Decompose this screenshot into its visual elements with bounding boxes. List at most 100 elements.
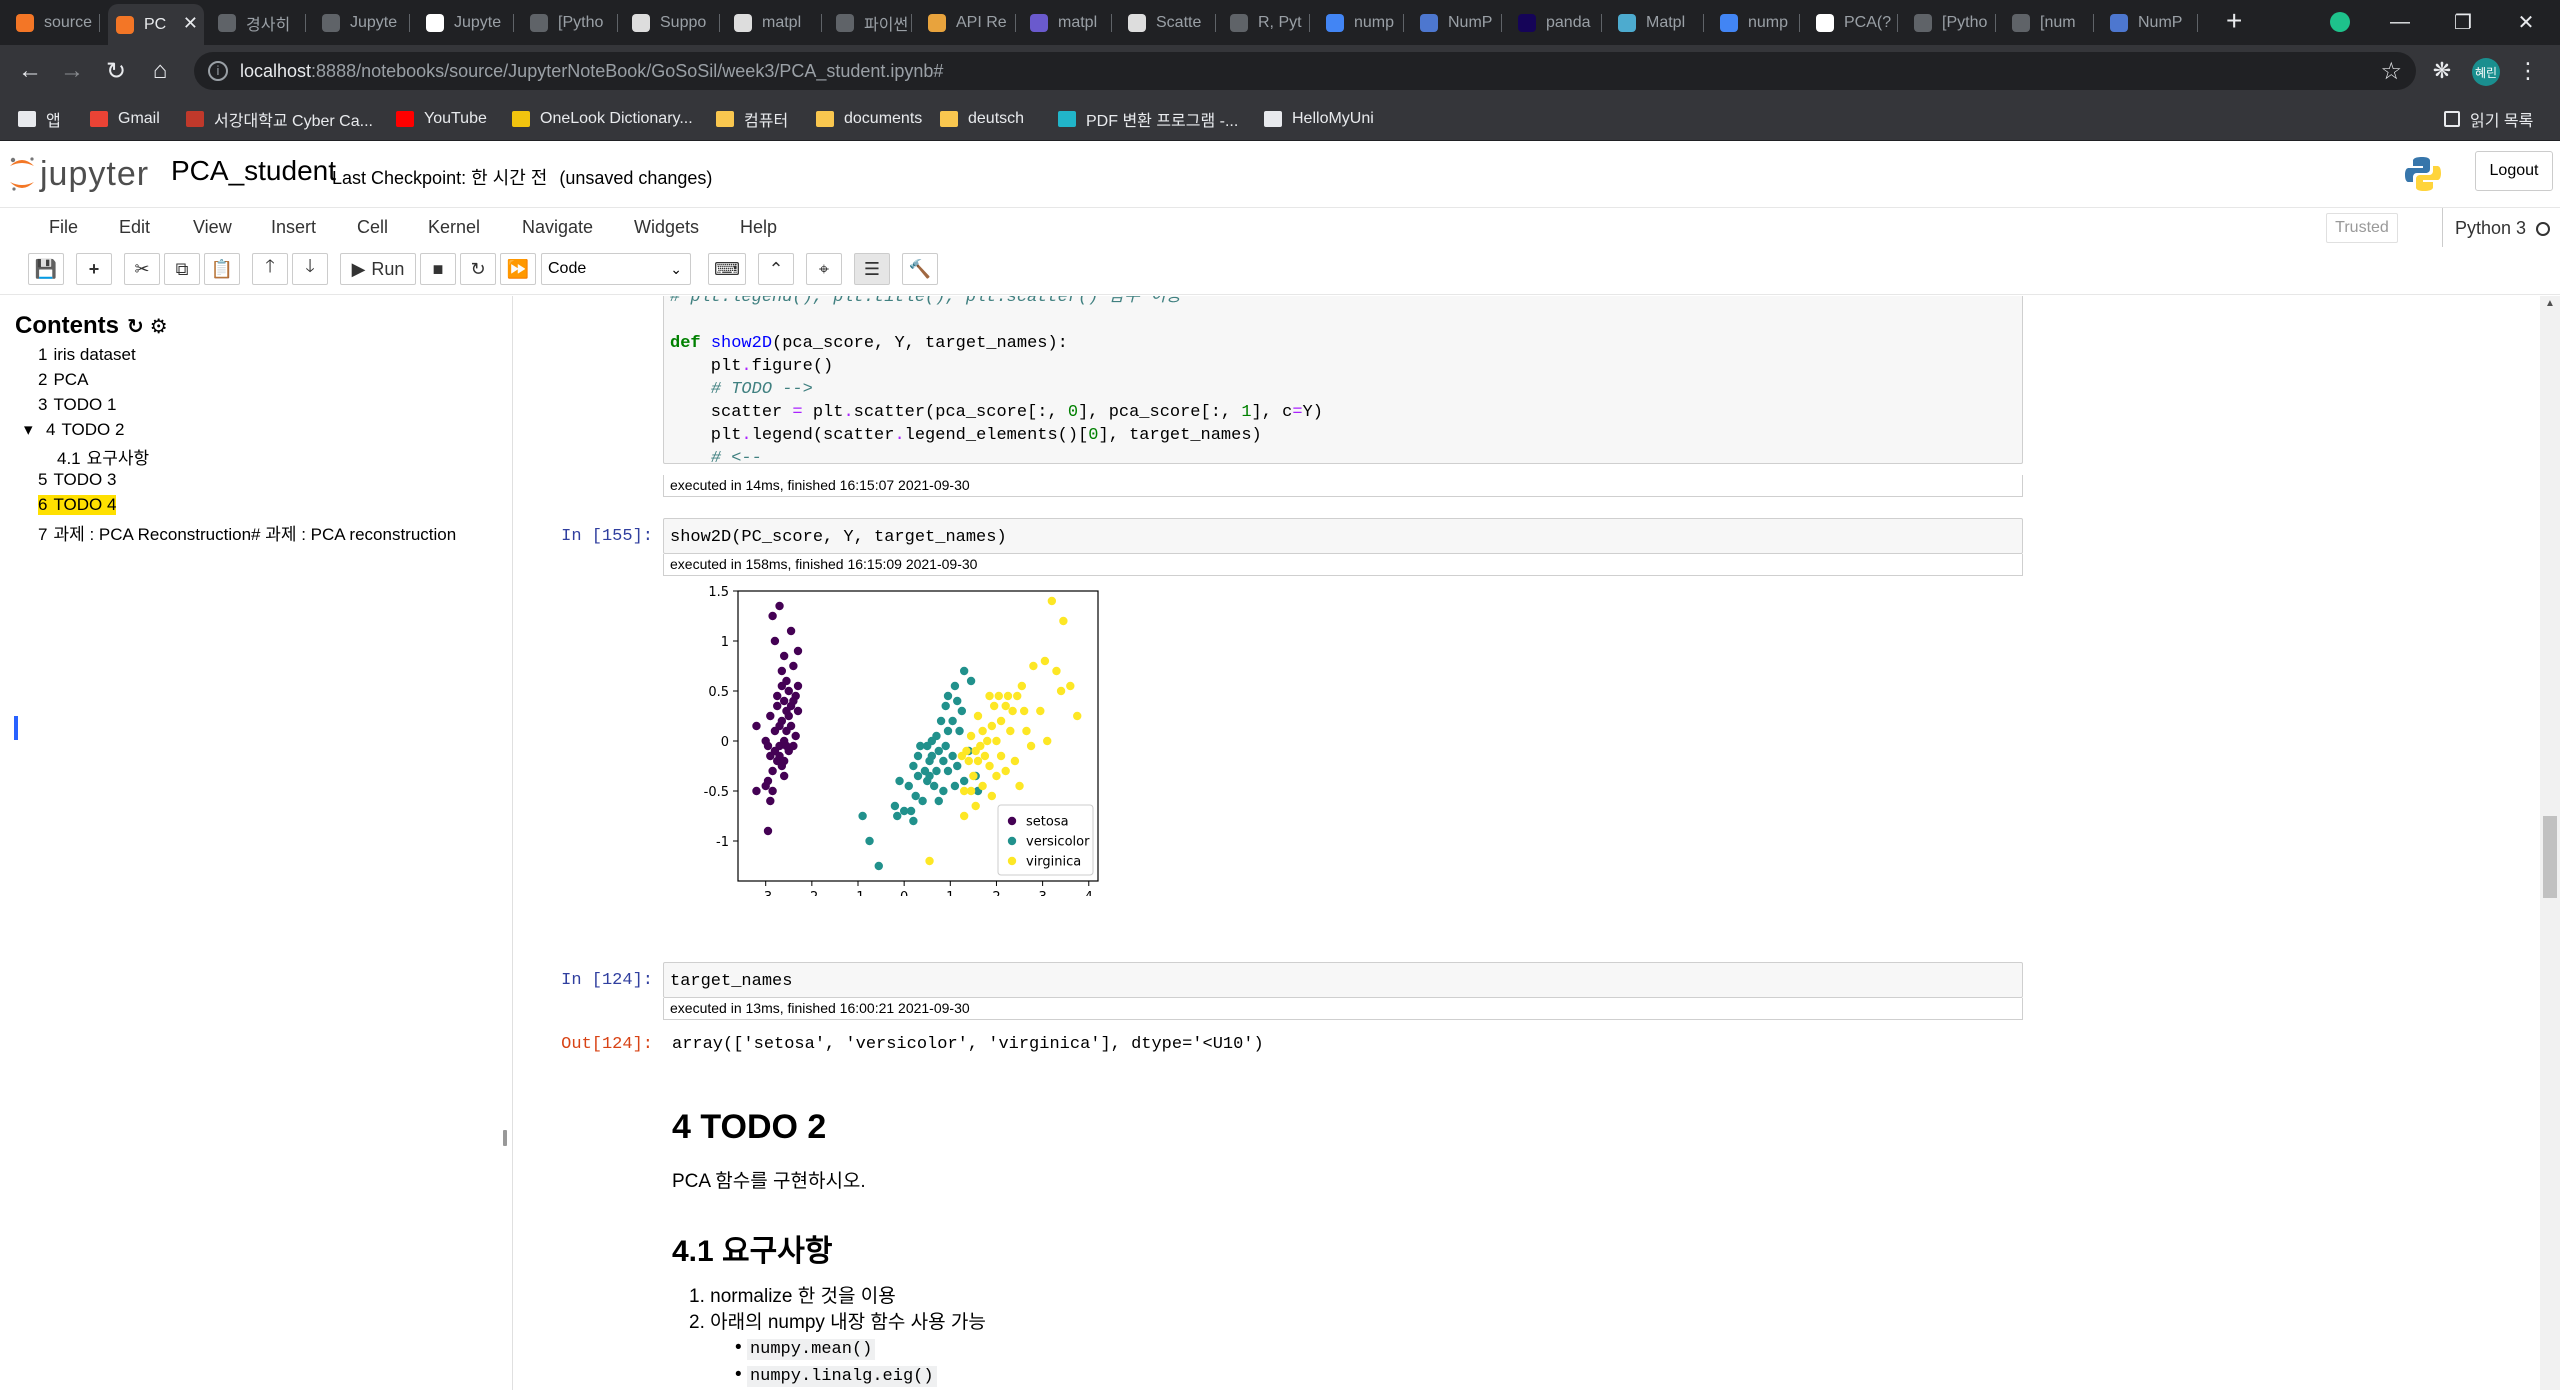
bookmark-item[interactable]: Gmail	[90, 108, 160, 130]
jupyter-logo[interactable]: jupyter	[8, 152, 149, 196]
restore-icon[interactable]: ❐	[2433, 0, 2493, 45]
crosshair-icon[interactable]: ⌖	[806, 253, 842, 285]
browser-tab[interactable]: Suppo	[624, 6, 720, 40]
hammer-icon[interactable]: 🔨	[902, 253, 938, 285]
browser-tab[interactable]: NumP	[1412, 6, 1502, 40]
toc-item[interactable]: ▾ 4 TODO 2	[24, 420, 124, 440]
browser-tab[interactable]: R, Pyt	[1222, 6, 1310, 40]
restart-icon[interactable]: ↻	[460, 253, 496, 285]
menu-cell[interactable]: Cell	[357, 217, 388, 238]
tab-search-icon[interactable]	[2330, 12, 2350, 32]
browser-tab[interactable]: source	[8, 6, 100, 40]
home-icon[interactable]: ⌂	[142, 53, 178, 89]
browser-tab[interactable]: [Pytho	[522, 6, 618, 40]
bookmark-item[interactable]: documents	[816, 108, 922, 130]
bookmark-item[interactable]: YouTube	[396, 108, 487, 130]
sidebar-resize-handle[interactable]	[503, 1130, 507, 1146]
reading-list[interactable]: 읽기 목록	[2444, 108, 2533, 130]
browser-tab[interactable]: PCA(?	[1808, 6, 1898, 40]
browser-tab[interactable]: 경사히	[210, 6, 306, 40]
extensions-icon[interactable]: ❋	[2426, 55, 2458, 87]
profile-avatar[interactable]: 혜린	[2472, 58, 2500, 86]
browser-tab[interactable]: 파이썬	[828, 6, 912, 40]
menu-insert[interactable]: Insert	[271, 217, 316, 238]
browser-tab[interactable]: [num	[2004, 6, 2094, 40]
cell-type-select[interactable]: Code ⌄	[541, 253, 691, 285]
toc-item[interactable]: 7 과제 : PCA Reconstruction# 과제 : PCA recon…	[38, 520, 456, 545]
bookmark-item[interactable]: PDF 변환 프로그램 -...	[1058, 108, 1238, 130]
browser-tab[interactable]: Jupyte	[314, 6, 410, 40]
menu-file[interactable]: File	[49, 217, 78, 238]
code-editor[interactable]: # plt.legend(), plt.title(), plt.scatter…	[664, 296, 2022, 470]
keyboard-icon[interactable]: ⌨	[708, 253, 746, 285]
browser-tab[interactable]: nump	[1318, 6, 1404, 40]
cut-icon[interactable]: ✂	[124, 253, 160, 285]
browser-tab[interactable]: NumP	[2102, 6, 2198, 40]
collapse-caret-icon[interactable]: ▾	[24, 420, 33, 440]
toc-item[interactable]: 3 TODO 1	[38, 395, 116, 415]
menu-navigate[interactable]: Navigate	[522, 217, 593, 238]
code-editor[interactable]: target_names	[664, 963, 2022, 993]
code-cell-input[interactable]: show2D(PC_score, Y, target_names)	[663, 518, 2023, 554]
browser-tab[interactable]: Scatte	[1120, 6, 1216, 40]
menu-view[interactable]: View	[193, 217, 232, 238]
toc-toggle-icon[interactable]: ☰	[854, 253, 890, 285]
browser-tab[interactable]: PC ✕	[108, 4, 204, 45]
browser-tab[interactable]: [Pytho	[1906, 6, 1996, 40]
browser-tab[interactable]: matpl	[1022, 6, 1112, 40]
browser-menu-icon[interactable]: ⋮	[2512, 55, 2544, 87]
menu-widgets[interactable]: Widgets	[634, 217, 699, 238]
scroll-up-icon[interactable]: ▲	[2545, 298, 2555, 309]
toc-item[interactable]: 5 TODO 3	[38, 470, 116, 490]
site-info-icon[interactable]: i	[208, 61, 228, 81]
menu-kernel[interactable]: Kernel	[428, 217, 480, 238]
toc-item[interactable]: 1 iris dataset	[38, 345, 136, 365]
new-tab-icon[interactable]: +	[2218, 4, 2258, 38]
menu-help[interactable]: Help	[740, 217, 777, 238]
bookmark-item[interactable]: 컴퓨터	[716, 108, 788, 130]
run-button[interactable]: ▶ Run	[340, 253, 416, 285]
collapse-up-icon[interactable]: ⌃	[758, 253, 794, 285]
close-window-icon[interactable]: ✕	[2496, 0, 2556, 45]
scrollbar-thumb[interactable]	[2543, 816, 2557, 898]
bookmark-star-icon[interactable]: ☆	[2380, 57, 2402, 86]
code-cell-input[interactable]: # plt.legend(), plt.title(), plt.scatter…	[663, 296, 2023, 468]
toc-item[interactable]: 6 TODO 4	[38, 495, 117, 515]
bookmark-item[interactable]: 서강대학교 Cyber Ca...	[186, 108, 373, 130]
gear-icon[interactable]: ⚙	[150, 314, 168, 339]
interrupt-icon[interactable]: ■	[420, 253, 456, 285]
menu-edit[interactable]: Edit	[119, 217, 150, 238]
logout-button[interactable]: Logout	[2475, 151, 2553, 191]
move-down-icon[interactable]: 🡓	[292, 253, 328, 285]
toc-item[interactable]: 2 PCA	[38, 370, 88, 390]
trusted-indicator[interactable]: Trusted	[2326, 213, 2398, 243]
reload-icon[interactable]: ↻	[98, 53, 134, 89]
notebook-title[interactable]: PCA_student	[171, 155, 336, 187]
page-scrollbar[interactable]: ▲	[2540, 296, 2560, 1390]
minimize-icon[interactable]: —	[2370, 0, 2430, 45]
paste-icon[interactable]: 📋	[204, 253, 240, 285]
refresh-icon[interactable]: ↻	[127, 314, 144, 339]
forward-icon[interactable]: →	[54, 53, 90, 89]
save-icon[interactable]: 💾	[28, 253, 64, 285]
url-bar[interactable]: i localhost:8888/notebooks/source/Jupyte…	[194, 52, 2416, 90]
browser-tab[interactable]: Matpl	[1610, 6, 1704, 40]
copy-icon[interactable]: ⧉	[164, 253, 200, 285]
browser-tab[interactable]: matpl	[726, 6, 822, 40]
move-up-icon[interactable]: 🡑	[252, 253, 288, 285]
insert-cell-icon[interactable]: +	[76, 253, 112, 285]
browser-tab[interactable]: API Re	[920, 6, 1016, 40]
toc-item[interactable]: 4.1 요구사항	[57, 444, 149, 469]
bookmark-item[interactable]: deutsch	[940, 108, 1024, 130]
back-icon[interactable]: ←	[12, 53, 48, 89]
bookmark-item[interactable]: 앱	[18, 108, 61, 130]
browser-tab[interactable]: panda	[1510, 6, 1602, 40]
browser-tab[interactable]: nump	[1712, 6, 1800, 40]
bookmark-item[interactable]: OneLook Dictionary...	[512, 108, 693, 130]
code-cell-input[interactable]: target_names	[663, 962, 2023, 998]
browser-tab[interactable]: Jupyte	[418, 6, 514, 40]
close-tab-icon[interactable]: ✕	[183, 13, 198, 34]
restart-run-all-icon[interactable]: ⏩	[500, 253, 536, 285]
bookmark-item[interactable]: HelloMyUni	[1264, 108, 1374, 130]
code-editor[interactable]: show2D(PC_score, Y, target_names)	[664, 519, 2022, 549]
